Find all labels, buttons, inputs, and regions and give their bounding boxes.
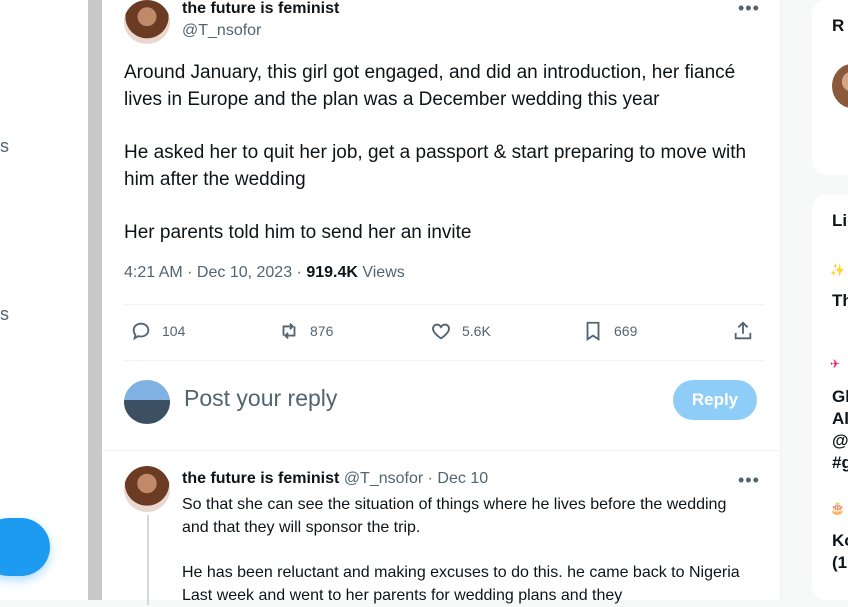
views-count: 919.4K — [306, 264, 358, 281]
tweet-paragraph: Around January, this girl got engaged, a… — [124, 62, 736, 110]
list-item[interactable]: (1: — [832, 553, 848, 573]
author-name[interactable]: the future is feminist — [182, 0, 339, 18]
tweet-paragraph: He asked her to quit her job, get a pass… — [124, 142, 747, 190]
reply-paragraph: He has been reluctant and making excuses… — [182, 564, 740, 604]
airplane-icon: ✈ — [830, 357, 841, 371]
nav-item-fragment[interactable]: s — [0, 304, 9, 325]
bookmark-icon — [586, 321, 600, 341]
tweet-meta: 4:21 AM · Dec 10, 2023 · 919.4K Views — [124, 264, 405, 282]
sparkles-icon: ✨ — [830, 263, 845, 277]
bookmark-count: 669 — [614, 323, 638, 339]
sidebar-card: Li ✨ Th ✈ Gl Al @ #g 🎂 Ko (1: — [812, 195, 848, 600]
divider — [102, 450, 780, 451]
reply-author-name[interactable]: the future is feminist — [182, 470, 339, 487]
repost-icon — [282, 323, 296, 339]
right-sidebar: R Li ✨ Th ✈ Gl Al @ #g 🎂 Ko (1: — [812, 0, 848, 600]
like-count: 5.6K — [462, 323, 491, 339]
reply-count: 104 — [162, 323, 186, 339]
list-item[interactable]: Al — [832, 409, 848, 429]
list-item[interactable]: Th — [832, 291, 848, 311]
list-item[interactable]: #g — [832, 453, 848, 473]
thread-line — [147, 515, 149, 605]
reply-header: the future is feminist @T_nsofor · Dec 1… — [182, 470, 488, 488]
scrollbar[interactable] — [88, 0, 102, 600]
share-action[interactable] — [732, 320, 754, 342]
sidebar-card: R — [812, 0, 848, 175]
reply-paragraph: So that she can see the situation of thi… — [182, 496, 727, 536]
divider — [124, 304, 764, 305]
more-horizontal-icon[interactable]: ••• — [738, 470, 760, 491]
list-item[interactable]: @ — [832, 431, 848, 451]
nav-item-fragment[interactable]: s — [0, 136, 9, 157]
repost-action[interactable]: 876 — [278, 320, 333, 342]
card-title: R — [832, 16, 845, 35]
reply-icon — [132, 322, 150, 341]
share-icon — [734, 321, 752, 340]
reply-author-avatar[interactable] — [124, 466, 170, 512]
tweet-timestamp[interactable]: 4:21 AM · Dec 10, 2023 · — [124, 264, 306, 281]
tweet-paragraph: Her parents told him to send her an invi… — [124, 222, 472, 243]
reply-action[interactable]: 104 — [130, 320, 185, 342]
main-column: the future is feminist @T_nsofor ••• Aro… — [102, 0, 781, 605]
like-action[interactable]: 5.6K — [430, 320, 491, 342]
more-horizontal-icon[interactable]: ••• — [738, 0, 760, 19]
views-label: Views — [357, 264, 405, 281]
reply-input[interactable]: Post your reply — [184, 385, 337, 412]
author-avatar[interactable] — [124, 0, 170, 44]
cake-icon: 🎂 — [830, 501, 845, 515]
reply-author-handle[interactable]: @T_nsofor — [344, 470, 423, 487]
heart-icon — [432, 323, 450, 340]
post-button[interactable] — [0, 518, 50, 576]
repost-count: 876 — [310, 323, 334, 339]
reply-date[interactable]: · Dec 10 — [423, 470, 488, 487]
divider — [124, 360, 764, 361]
left-navigation: s s — [0, 0, 88, 600]
reply-button[interactable]: Reply — [673, 380, 757, 420]
current-user-avatar[interactable] — [124, 380, 170, 424]
author-handle[interactable]: @T_nsofor — [182, 22, 261, 40]
card-title: Li — [832, 211, 848, 230]
bookmark-action[interactable]: 669 — [582, 320, 637, 342]
list-item[interactable]: Gl — [832, 387, 848, 407]
list-item[interactable]: Ko — [832, 531, 848, 551]
suggested-user-avatar[interactable] — [832, 64, 848, 108]
